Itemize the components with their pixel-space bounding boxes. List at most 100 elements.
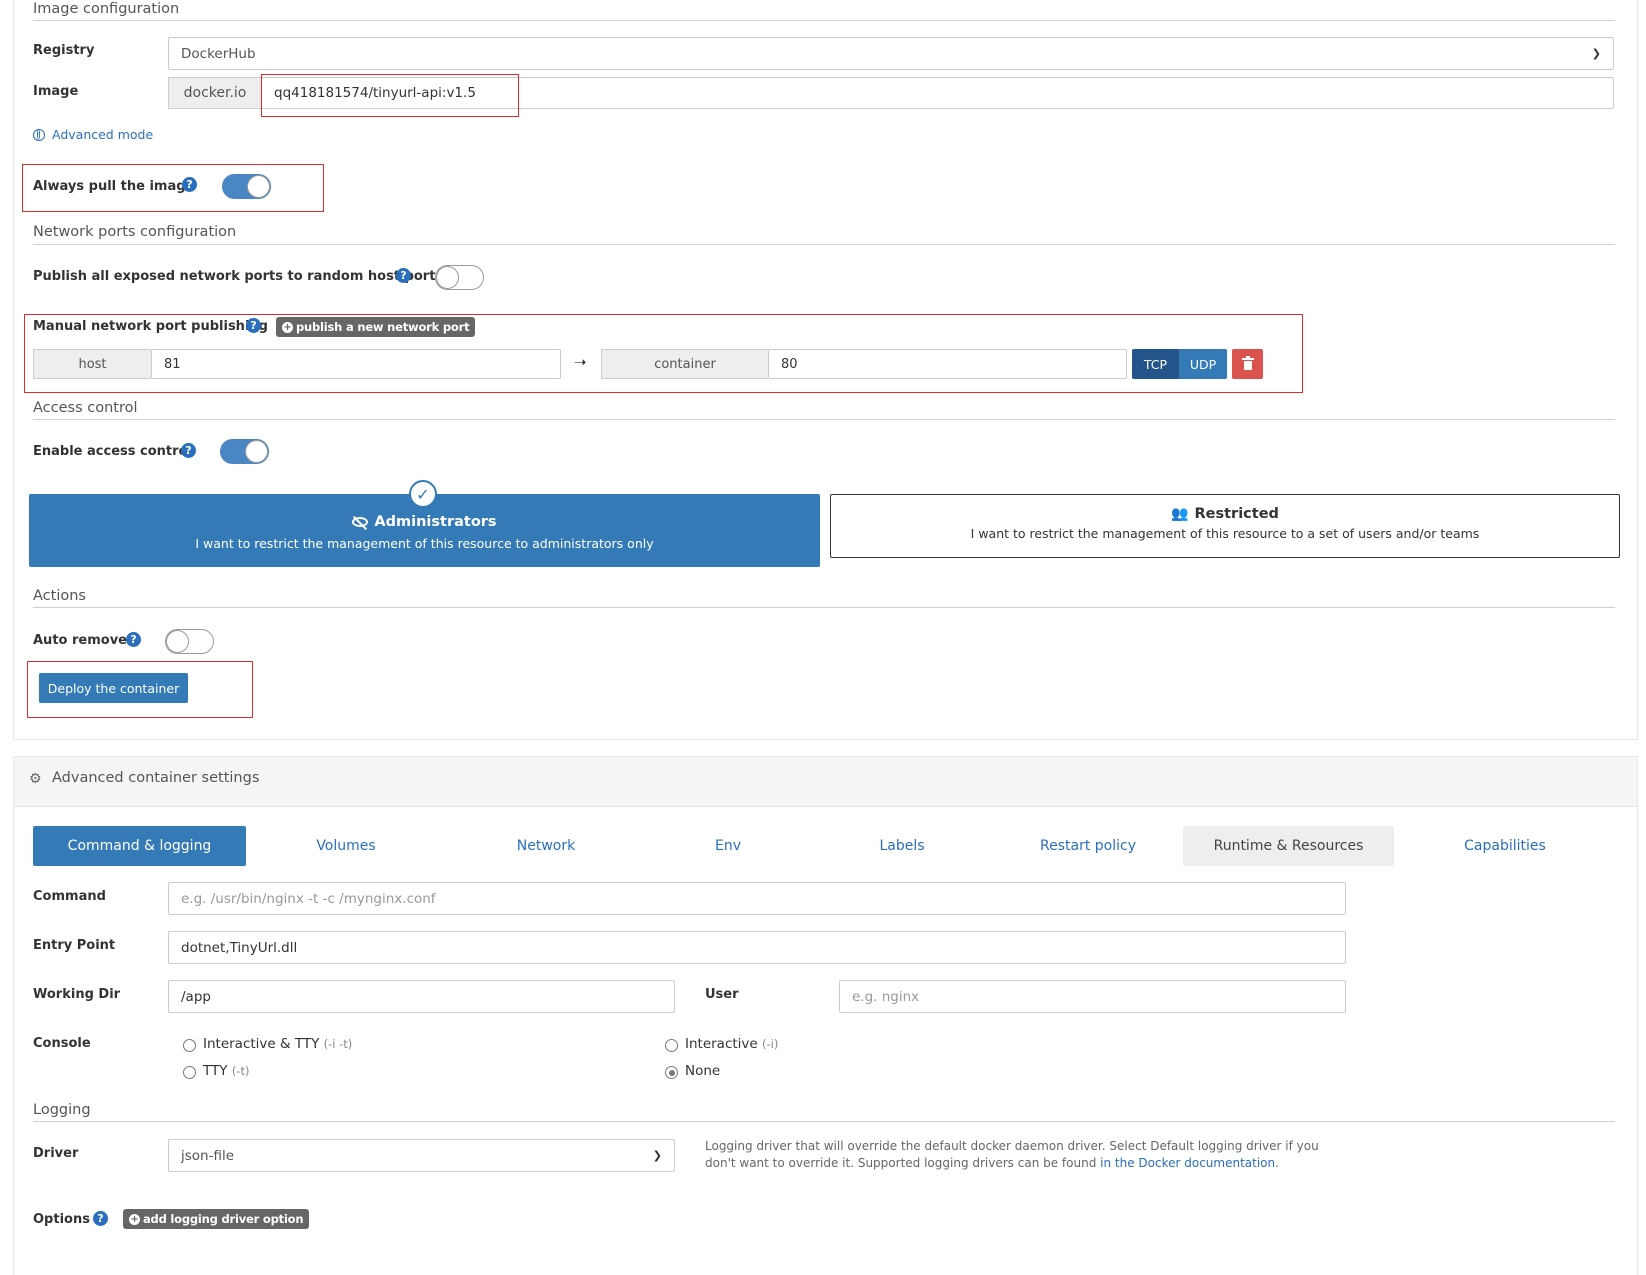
plus-circle-icon: +	[129, 1213, 140, 1225]
container-port-value: 80	[781, 356, 798, 372]
command-placeholder: e.g. /usr/bin/nginx -t -c /mynginx.conf	[181, 890, 436, 907]
host-port-value: 81	[164, 356, 181, 372]
working-dir-value: /app	[181, 988, 211, 1005]
trash-icon	[1241, 356, 1254, 370]
delete-port-button[interactable]	[1232, 349, 1263, 379]
administrators-desc: I want to restrict the management of thi…	[195, 536, 654, 551]
tab-env[interactable]: Env	[628, 826, 828, 866]
actions-title: Actions	[33, 588, 86, 604]
annotation-box-image	[261, 74, 519, 117]
registry-value: DockerHub	[181, 45, 256, 62]
entry-point-label: Entry Point	[33, 938, 116, 953]
divider	[33, 1121, 1615, 1122]
restricted-title: Restricted	[1194, 506, 1279, 522]
divider	[33, 419, 1615, 420]
options-label: Options	[33, 1212, 90, 1227]
help-icon[interactable]: ?	[181, 443, 196, 458]
access-control-toggle[interactable]	[220, 439, 269, 464]
help-icon[interactable]: ?	[396, 268, 411, 283]
radio-none[interactable]	[665, 1066, 678, 1079]
users-icon: 👥	[1171, 506, 1189, 522]
advanced-mode-link[interactable]: Advanced mode	[33, 127, 153, 142]
deploy-button[interactable]: Deploy the container	[39, 673, 188, 703]
radio-tty[interactable]	[183, 1066, 196, 1079]
publish-all-label: Publish all exposed network ports to ran…	[33, 269, 444, 284]
working-dir-label: Working Dir	[33, 987, 121, 1002]
command-label: Command	[33, 889, 106, 904]
udp-button[interactable]: UDP	[1179, 349, 1227, 379]
enable-access-label: Enable access control	[33, 444, 192, 459]
console-option-tty: TTY (-t)	[203, 1063, 250, 1079]
tcp-button[interactable]: TCP	[1132, 349, 1179, 379]
console-label: Console	[33, 1036, 91, 1051]
cog-icon: ⚙	[29, 771, 42, 787]
image-config-title: Image configuration	[33, 1, 180, 17]
help-icon[interactable]: ?	[126, 632, 141, 647]
tab-labels[interactable]: Labels	[802, 826, 1002, 866]
plus-circle-icon: +	[282, 321, 293, 333]
console-option-interactive-tty: Interactive & TTY (-i -t)	[203, 1036, 353, 1052]
toggle-knob	[436, 266, 459, 289]
publish-all-toggle[interactable]	[435, 265, 484, 290]
restricted-desc: I want to restrict the management of thi…	[970, 526, 1480, 541]
help-icon[interactable]: ?	[182, 177, 197, 192]
registry-select[interactable]: DockerHub ❯	[168, 37, 1614, 70]
tab-restart-policy[interactable]: Restart policy	[988, 826, 1188, 866]
tab-runtime-resources[interactable]: Runtime & Resources	[1183, 826, 1394, 866]
tab-volumes[interactable]: Volumes	[246, 826, 446, 866]
always-pull-label: Always pull the image	[33, 179, 195, 194]
driver-select[interactable]: json-file ❯	[168, 1139, 675, 1172]
auto-remove-toggle[interactable]	[165, 629, 214, 654]
tab-network[interactable]: Network	[446, 826, 646, 866]
toggle-knob	[166, 630, 189, 653]
radio-interactive-tty[interactable]	[183, 1039, 196, 1052]
user-label: User	[705, 987, 739, 1002]
advanced-settings-title: Advanced container settings	[52, 770, 260, 786]
add-logging-option-button[interactable]: + add logging driver option	[123, 1209, 310, 1229]
console-option-interactive: Interactive (-i)	[685, 1036, 779, 1052]
user-placeholder: e.g. nginx	[852, 988, 920, 1005]
check-circle-icon: ✓	[409, 480, 437, 508]
globe-icon	[33, 128, 45, 141]
registry-label: Registry	[33, 43, 95, 58]
always-pull-toggle[interactable]	[222, 174, 271, 199]
eye-slash-icon	[352, 515, 369, 531]
image-prefix-addon: docker.io	[168, 77, 261, 109]
restricted-option[interactable]: 👥 Restricted I want to restrict the mana…	[830, 494, 1620, 558]
tab-command-logging[interactable]: Command & logging	[33, 826, 246, 866]
driver-label: Driver	[33, 1146, 79, 1161]
user-input[interactable]: e.g. nginx	[839, 980, 1346, 1013]
command-input[interactable]: e.g. /usr/bin/nginx -t -c /mynginx.conf	[168, 882, 1346, 915]
image-label: Image	[33, 84, 79, 99]
administrators-title: Administrators	[374, 514, 497, 530]
help-icon[interactable]: ?	[93, 1211, 108, 1226]
docker-docs-link[interactable]: in the Docker documentation	[1100, 1156, 1275, 1170]
manual-port-label: Manual network port publishing	[33, 319, 268, 334]
arrow-right-icon: ➝	[574, 353, 587, 371]
toggle-knob	[245, 440, 268, 463]
entry-point-value: dotnet,TinyUrl.dll	[181, 939, 298, 956]
chevron-down-icon: ❯	[652, 1149, 662, 1162]
container-port-input[interactable]: 80	[768, 349, 1127, 379]
advanced-mode-label: Advanced mode	[52, 127, 154, 142]
network-config-title: Network ports configuration	[33, 224, 237, 240]
tab-capabilities[interactable]: Capabilities	[1405, 826, 1605, 866]
publish-port-button[interactable]: + publish a new network port	[276, 317, 476, 337]
entry-point-input[interactable]: dotnet,TinyUrl.dll	[168, 931, 1346, 964]
host-addon: host	[33, 349, 151, 379]
console-option-none: None	[685, 1063, 721, 1079]
chevron-down-icon: ❯	[1591, 47, 1601, 60]
radio-interactive[interactable]	[665, 1039, 678, 1052]
divider	[33, 244, 1615, 245]
help-icon[interactable]: ?	[246, 318, 261, 333]
add-logging-option-label: add logging driver option	[143, 1212, 304, 1226]
auto-remove-label: Auto remove	[33, 633, 127, 648]
publish-port-label: publish a new network port	[296, 320, 470, 334]
logging-title: Logging	[33, 1102, 91, 1118]
host-port-input[interactable]: 81	[151, 349, 561, 379]
access-control-title: Access control	[33, 400, 138, 416]
divider	[33, 607, 1615, 608]
driver-help-text: Logging driver that will override the de…	[705, 1139, 1319, 1170]
driver-value: json-file	[181, 1147, 235, 1164]
working-dir-input[interactable]: /app	[168, 980, 675, 1013]
